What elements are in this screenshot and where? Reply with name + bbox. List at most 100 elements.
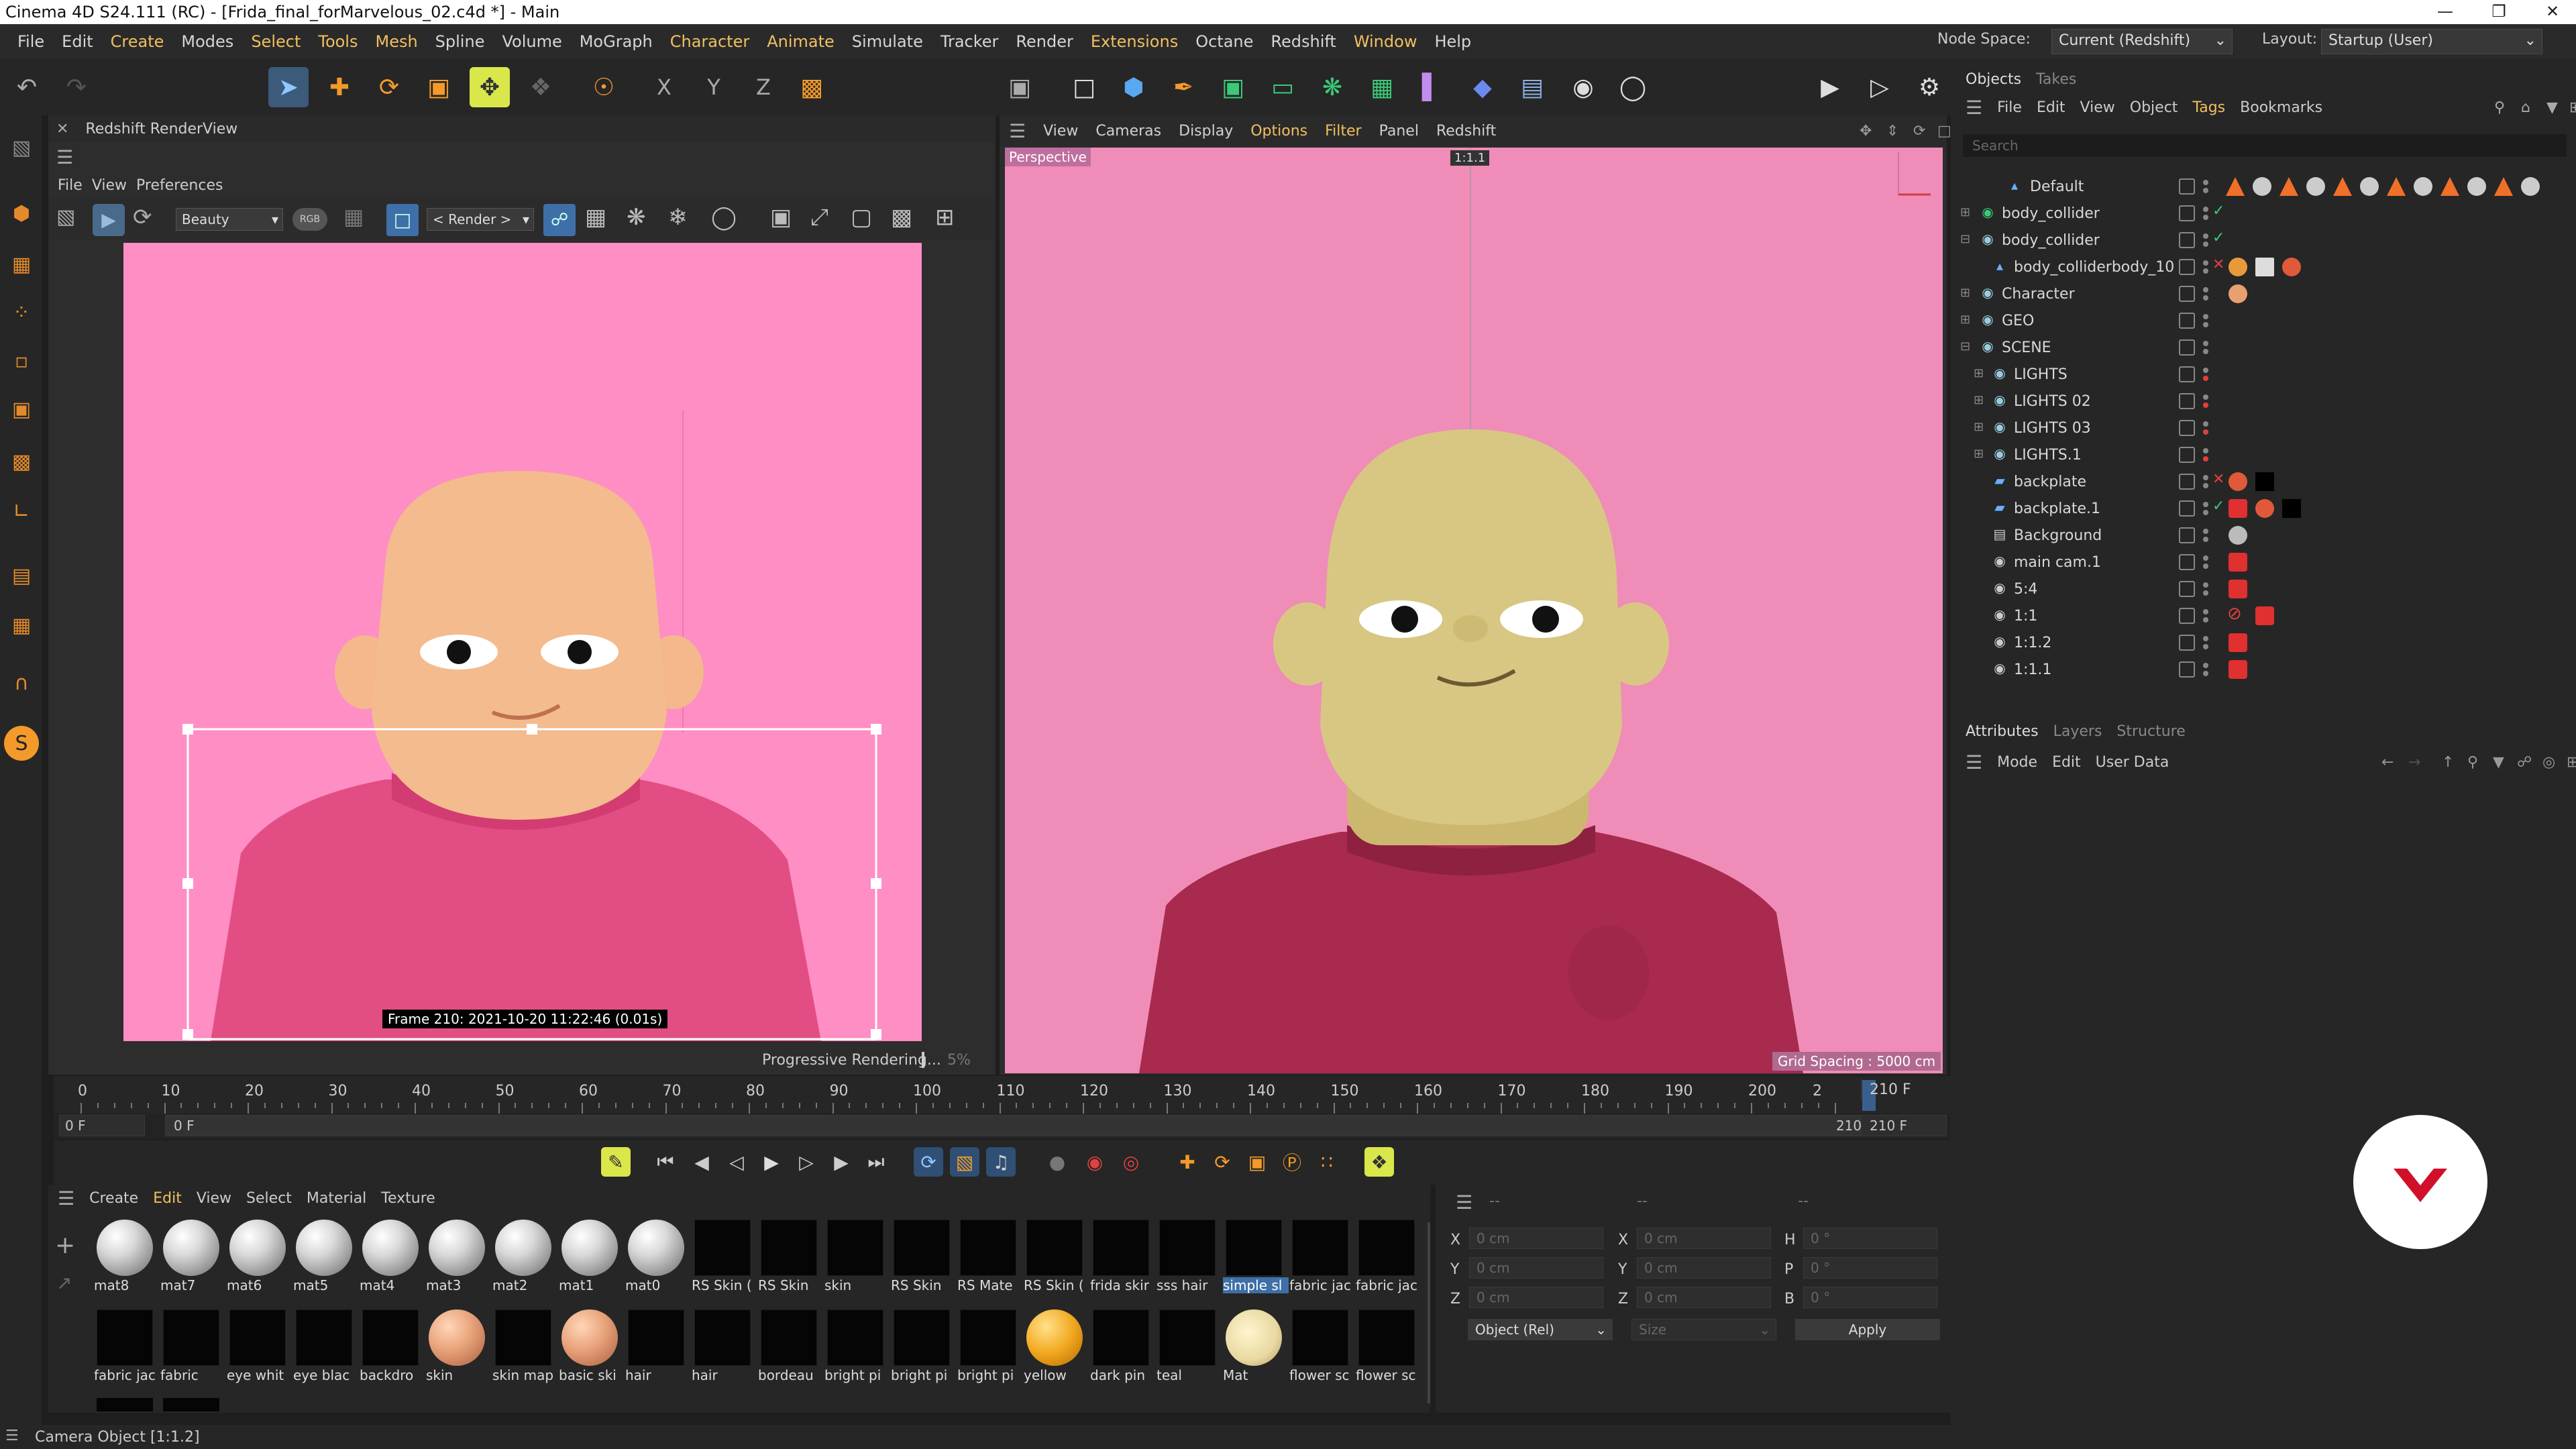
go-to-start-icon[interactable]: ⏮: [651, 1147, 680, 1177]
menu-spline[interactable]: Spline: [435, 32, 485, 51]
render-tag-icon[interactable]: [2255, 499, 2274, 518]
material-swatch[interactable]: eye whit: [225, 1308, 288, 1387]
menu-edit[interactable]: Edit: [62, 32, 93, 51]
render-visibility-dot[interactable]: [2203, 537, 2208, 542]
obj-menu-view[interactable]: View: [2080, 99, 2115, 116]
enable-checkbox[interactable]: [2179, 393, 2195, 409]
cross-icon[interactable]: ✕: [2212, 256, 2224, 273]
expand-icon[interactable]: ⊞: [1960, 313, 1970, 327]
expand-icon[interactable]: ⊞: [1960, 205, 1970, 219]
object-row-backplate-1[interactable]: ▰ backplate.1 ✓: [1957, 495, 2569, 522]
hamburger-menu-icon[interactable]: ☰: [58, 1187, 74, 1210]
enable-checkbox[interactable]: [2179, 232, 2195, 248]
material-tag-icon[interactable]: [2360, 177, 2379, 196]
material-tag-icon[interactable]: [2414, 177, 2432, 196]
expand-icon[interactable]: ⊞: [1974, 393, 1984, 407]
z-axis-icon[interactable]: Z: [743, 67, 784, 107]
material-swatch[interactable]: mat3: [425, 1218, 488, 1297]
render-visibility-dot[interactable]: [2203, 268, 2208, 274]
tag-icon[interactable]: [2226, 177, 2245, 196]
key-parameter-icon[interactable]: Ⓟ: [1277, 1147, 1307, 1177]
size-mode-dropdown[interactable]: Size ⌄: [1631, 1319, 1776, 1340]
menu-animate[interactable]: Animate: [767, 32, 835, 51]
autokey-icon[interactable]: ◎: [1116, 1147, 1146, 1177]
subdivision-icon[interactable]: ▣: [1213, 67, 1253, 107]
attr-menu-edit[interactable]: Edit: [2052, 754, 2081, 771]
record-active-keys-icon[interactable]: ◉: [1080, 1147, 1110, 1177]
add-material-icon[interactable]: +: [55, 1232, 75, 1259]
apply-button[interactable]: Apply: [1795, 1319, 1940, 1340]
workplane-icon[interactable]: ▤: [4, 558, 39, 593]
tab-structure[interactable]: Structure: [2116, 723, 2185, 740]
perspective-viewport[interactable]: Perspective 1:1.1 Grid Spacing : 5000 cm: [1005, 148, 1943, 1073]
object-row-body-colliderbody-10[interactable]: ▴ body_colliderbody_10 ✕: [1957, 254, 2569, 280]
material-swatch[interactable]: RS Skin (: [1022, 1218, 1085, 1297]
material-swatch[interactable]: mat6: [225, 1218, 288, 1297]
collapse-icon[interactable]: ⊟: [1960, 339, 1970, 354]
vp-menu-panel[interactable]: Panel: [1379, 123, 1419, 140]
record-disabled-icon[interactable]: ●: [1042, 1147, 1072, 1177]
rv-menu-file[interactable]: File: [58, 177, 83, 194]
material-swatch[interactable]: fabric jac: [1354, 1218, 1417, 1297]
hamburger-menu-icon[interactable]: ☰: [1966, 751, 1982, 773]
rgb-toggle[interactable]: RGB: [292, 208, 327, 231]
material-swatch[interactable]: eye blac: [292, 1308, 355, 1387]
add-snapshot-icon[interactable]: ⊞: [935, 204, 955, 231]
material-swatch[interactable]: bright pi: [956, 1308, 1019, 1387]
mat-menu-create[interactable]: Create: [89, 1190, 138, 1207]
render-visibility-dot[interactable]: [2203, 215, 2208, 220]
node-space-dropdown[interactable]: Current (Redshift) ⌄: [2051, 29, 2233, 54]
object-row-1-1-1[interactable]: ◉ 1:1.1: [1957, 656, 2569, 683]
extrude-icon[interactable]: ▭: [1263, 67, 1303, 107]
rv-menu-preferences[interactable]: Preferences: [136, 177, 223, 194]
material-swatch[interactable]: sss hair: [1155, 1218, 1218, 1297]
compare-icon[interactable]: ▢: [851, 204, 872, 231]
maximize-view-icon[interactable]: □: [1937, 123, 1951, 140]
material-swatch[interactable]: backdro: [358, 1308, 421, 1387]
material-tag-icon[interactable]: [2255, 472, 2274, 491]
tag-icon[interactable]: [2279, 177, 2298, 196]
redshift-tag-icon[interactable]: [2229, 499, 2247, 518]
enable-checkbox[interactable]: [2179, 635, 2195, 651]
mat-menu-edit[interactable]: Edit: [153, 1190, 182, 1207]
tab-layers[interactable]: Layers: [2053, 723, 2102, 740]
field-icon[interactable]: ◆: [1462, 67, 1503, 107]
material-scrollbar[interactable]: [1428, 1222, 1430, 1403]
material-preview[interactable]: [97, 1398, 153, 1411]
editor-visibility-dot[interactable]: [2203, 475, 2208, 480]
hamburger-menu-icon[interactable]: ☰: [1456, 1191, 1472, 1214]
hamburger-menu-icon[interactable]: ☰: [1009, 120, 1026, 142]
render-target-dropdown[interactable]: < Render > ▾: [427, 208, 534, 231]
enable-checkbox[interactable]: [2179, 581, 2195, 597]
render-visibility-dot[interactable]: [2203, 376, 2208, 381]
menu-extensions[interactable]: Extensions: [1091, 32, 1178, 51]
enable-checkbox[interactable]: [2179, 178, 2195, 195]
new-view-icon[interactable]: ⊞: [2569, 99, 2576, 116]
render-visibility-dot[interactable]: [2203, 241, 2208, 247]
material-swatch[interactable]: mat5: [292, 1218, 355, 1297]
material-tag-icon[interactable]: [2306, 177, 2325, 196]
object-row-body-collider[interactable]: ⊞ ◉ body_collider ✓: [1957, 200, 2569, 227]
editor-visibility-dot[interactable]: [2203, 314, 2208, 319]
redshift-camera-tag-icon[interactable]: [2229, 633, 2247, 652]
object-row-background[interactable]: ▤ Background: [1957, 522, 2569, 549]
pos-y-field[interactable]: 0 cm: [1469, 1257, 1603, 1279]
redo-icon[interactable]: ↷: [56, 67, 97, 107]
clapper-icon[interactable]: ▧: [56, 205, 86, 235]
edit-material-icon[interactable]: ↗: [56, 1272, 72, 1294]
menu-volume[interactable]: Volume: [502, 32, 561, 51]
enable-checkbox[interactable]: [2179, 527, 2195, 543]
render-visibility-dot[interactable]: [2203, 590, 2208, 596]
dolly-view-icon[interactable]: ⇕: [1886, 123, 1898, 140]
material-swatch[interactable]: RS Skin (: [690, 1218, 753, 1297]
filter-icon[interactable]: ▼: [2493, 754, 2504, 771]
aov-dropdown[interactable]: Beauty ▾: [176, 208, 283, 231]
object-row-1-1[interactable]: ◉ 1:1 ⊘: [1957, 602, 2569, 629]
object-row-lights-02[interactable]: ⊞ ◉ LIGHTS 02: [1957, 388, 2569, 415]
snap-tool-icon[interactable]: ❖: [521, 67, 561, 107]
checkmark-icon[interactable]: ✓: [2212, 229, 2224, 246]
checkmark-icon[interactable]: ✓: [2212, 498, 2224, 515]
material-swatch[interactable]: basic ski: [557, 1308, 621, 1387]
render-visibility-dot[interactable]: [2203, 188, 2208, 193]
material-swatch[interactable]: fabric: [159, 1308, 222, 1387]
